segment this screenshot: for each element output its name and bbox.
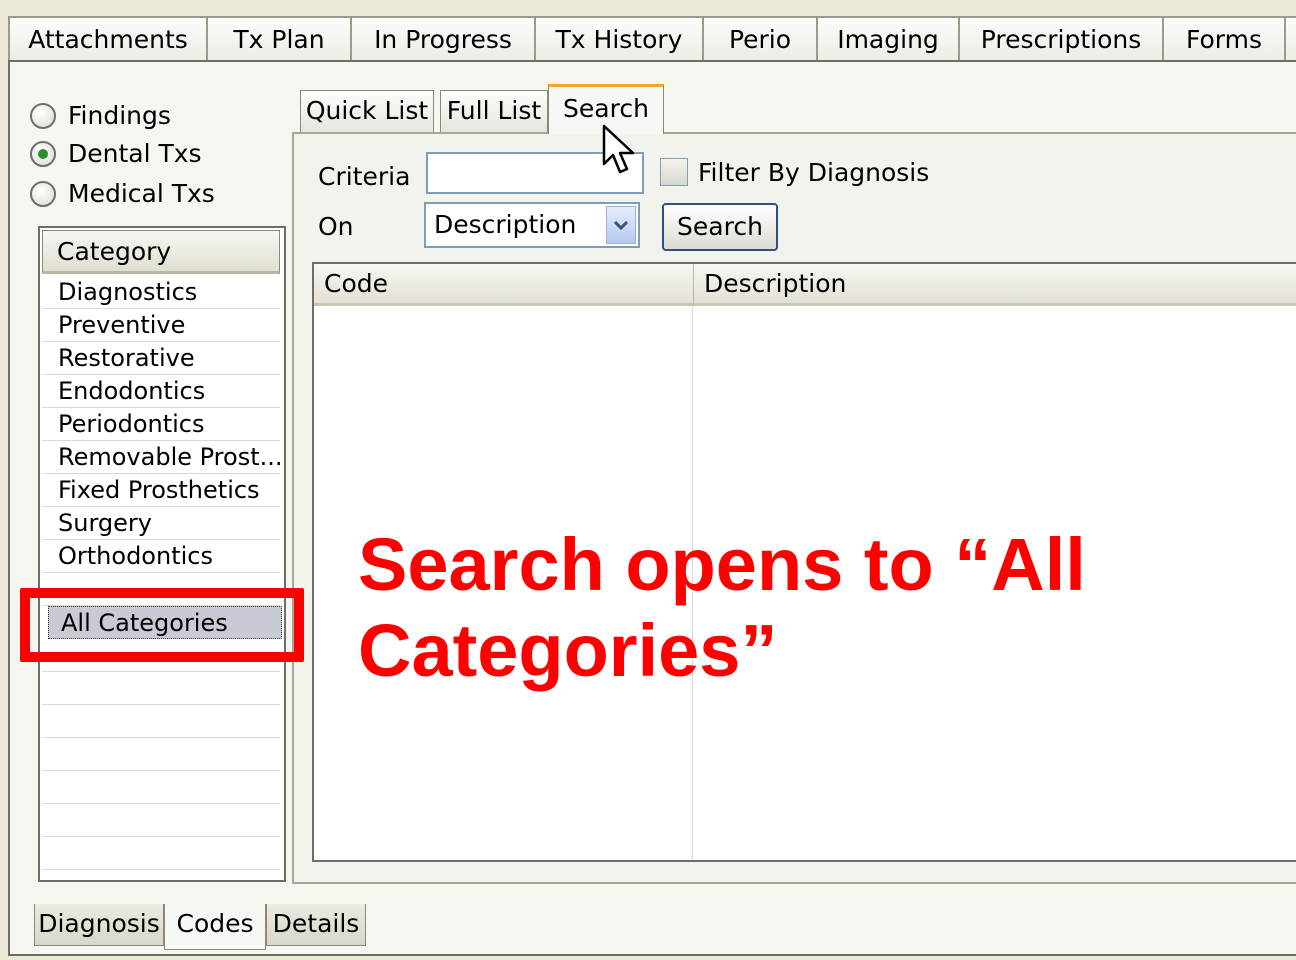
tab-imaging[interactable]: Imaging [816, 16, 960, 62]
mouse-cursor-icon [600, 124, 644, 180]
highlight-box [20, 588, 304, 662]
tab-codes[interactable]: Codes [164, 904, 266, 950]
empty-row [42, 804, 280, 837]
category-item[interactable]: Preventive [42, 309, 280, 342]
annotation-line-1: Search opens to “All [358, 523, 1086, 606]
tab-prescriptions[interactable]: Prescriptions [958, 16, 1164, 62]
column-header-description[interactable]: Description [694, 264, 1296, 306]
tab-attachments[interactable]: Attachments [8, 16, 208, 62]
annotation-text: Search opens to “All Categories” [358, 522, 1258, 694]
empty-row [42, 738, 280, 771]
category-item[interactable]: Orthodontics [42, 540, 280, 573]
category-item[interactable]: Endodontics [42, 375, 280, 408]
tab-perio[interactable]: Perio [702, 16, 818, 62]
empty-row [42, 672, 280, 705]
category-item[interactable]: Periodontics [42, 408, 280, 441]
category-item[interactable]: Restorative [42, 342, 280, 375]
radio-button[interactable] [30, 103, 56, 129]
tab-diagnosis[interactable]: Diagnosis [34, 904, 164, 946]
filter-by-diagnosis-checkbox[interactable] [660, 158, 688, 186]
tab-forms[interactable]: Forms [1162, 16, 1286, 62]
search-button[interactable]: Search [662, 203, 778, 251]
chevron-down-icon[interactable] [606, 206, 636, 244]
on-label: On [318, 212, 354, 241]
category-item[interactable]: Fixed Prosthetics [42, 474, 280, 507]
empty-row [42, 837, 280, 870]
on-select[interactable]: Description [424, 202, 640, 248]
tab-quick-list[interactable]: Quick List [300, 90, 434, 132]
tab-tx-plan[interactable]: Tx Plan [206, 16, 352, 62]
annotation-line-2: Categories” [358, 609, 778, 692]
radio-label: Dental Txs [68, 139, 202, 168]
category-list: Category Diagnostics Preventive Restorat… [38, 226, 286, 882]
radio-selected-dot [38, 149, 48, 159]
radio-button[interactable] [30, 141, 56, 167]
filter-by-diagnosis-label: Filter By Diagnosis [698, 158, 930, 187]
tab-overflow[interactable] [1284, 16, 1296, 62]
radio-label: Findings [68, 101, 171, 130]
tab-in-progress[interactable]: In Progress [350, 16, 536, 62]
on-select-value: Description [434, 210, 577, 239]
category-item[interactable]: Removable Prost... [42, 441, 280, 474]
category-item[interactable]: Surgery [42, 507, 280, 540]
top-tab-strip: Attachments Tx Plan In Progress Tx Histo… [0, 0, 1296, 62]
tab-tx-history[interactable]: Tx History [534, 16, 704, 62]
criteria-label: Criteria [318, 162, 411, 191]
empty-row [42, 705, 280, 738]
radio-label: Medical Txs [68, 179, 215, 208]
tab-details[interactable]: Details [266, 904, 366, 946]
category-item[interactable]: Diagnostics [42, 276, 280, 309]
column-header-code[interactable]: Code [314, 264, 694, 306]
category-header[interactable]: Category [42, 230, 280, 274]
radio-button[interactable] [30, 181, 56, 207]
tab-full-list[interactable]: Full List [440, 90, 548, 132]
empty-row [42, 771, 280, 804]
